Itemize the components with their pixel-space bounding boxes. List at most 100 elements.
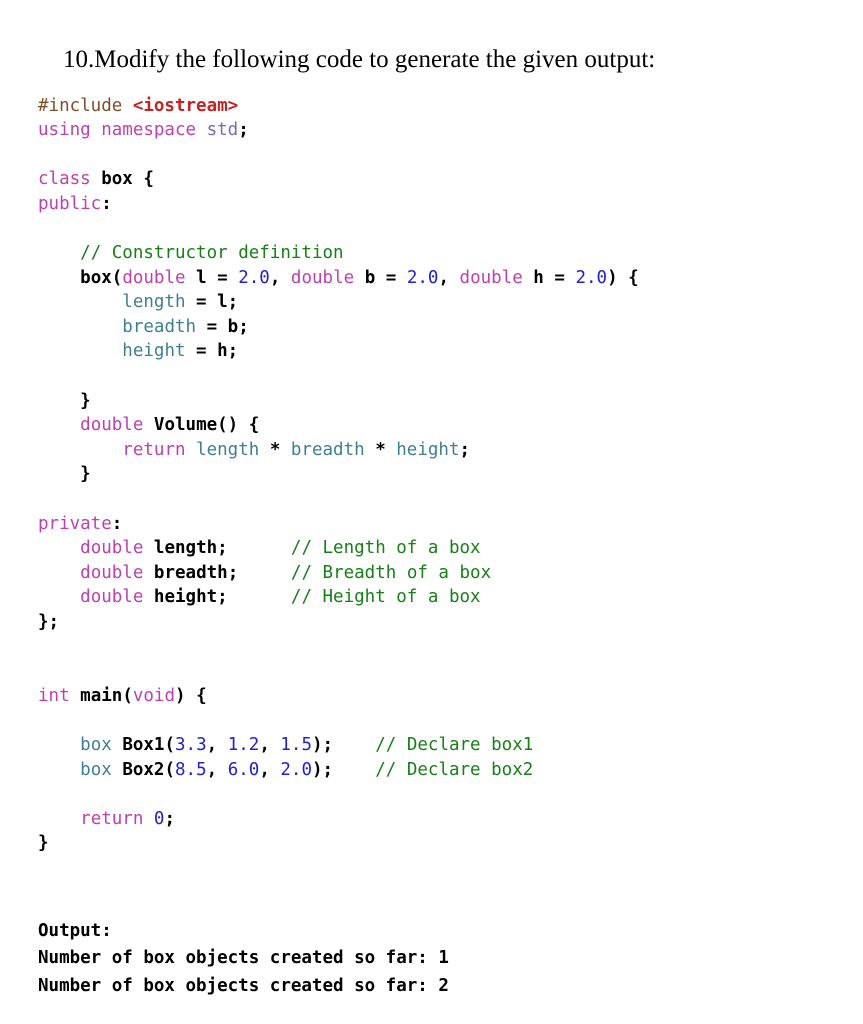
code-token-punc: (: [122, 685, 133, 706]
code-token-punc: );: [312, 734, 334, 755]
code-line: #include <iostream>: [38, 94, 639, 119]
code-token-punc: =: [196, 316, 228, 337]
code-listing: #include <iostream> using namespace std; …: [38, 94, 639, 856]
code-line: };: [38, 610, 639, 635]
code-line: private:: [38, 512, 639, 537]
code-token-ident: length: [122, 292, 186, 313]
code-token-name: main: [80, 685, 123, 706]
code-token-num: 8.5: [175, 759, 207, 780]
code-token-punc: ) {: [175, 685, 207, 706]
code-line: class box {: [38, 167, 639, 192]
code-token-name: l: [196, 267, 207, 288]
code-token-punc: ;: [238, 316, 249, 337]
code-token-name: h: [533, 267, 544, 288]
code-token-name: breadth: [153, 562, 228, 583]
code-token-comment: // Height of a box: [290, 587, 481, 608]
code-line: height = h;: [38, 339, 639, 364]
code-token-kw: class: [38, 169, 102, 190]
code-token-kw: int: [38, 685, 81, 706]
code-token-punc: ;: [227, 292, 239, 313]
code-token-punc: );: [312, 759, 334, 780]
code-line: }: [38, 389, 639, 414]
code-token-name: b: [227, 316, 239, 337]
code-line: breadth = b;: [38, 315, 639, 340]
code-token-punc: *: [364, 439, 397, 460]
code-token-punc: {: [132, 169, 154, 190]
code-token-name: Box1: [122, 734, 165, 755]
code-token-comment: // Length of a box: [290, 538, 481, 559]
question-text: Modify the following code to generate th…: [94, 46, 656, 73]
code-token-kw: using namespace: [38, 120, 207, 141]
code-token-kw: double: [459, 267, 534, 288]
code-token-punc: :: [101, 193, 112, 214]
code-line: double length; // Length of a box: [38, 536, 639, 561]
code-token-comment: // Declare box2: [375, 759, 534, 780]
code-token-punc: ,: [259, 759, 281, 780]
code-line: }: [38, 831, 639, 856]
code-token-name: Box2: [122, 759, 165, 780]
code-token-punc: ;: [217, 538, 228, 559]
code-token-num: 1.2: [227, 734, 260, 755]
code-token-punc: ;: [164, 808, 176, 829]
code-token-name: box: [80, 267, 112, 288]
code-line: box Box1(3.3, 1.2, 1.5); // Declare box1: [38, 733, 639, 758]
code-token-name: b: [364, 267, 376, 288]
code-token-kw: double: [80, 562, 154, 583]
code-token-ident: height: [122, 341, 186, 362]
code-line: return length * breadth * height;: [38, 438, 639, 463]
code-token-ident: box: [80, 734, 123, 755]
code-token-kw: double: [80, 538, 154, 559]
code-line: using namespace std;: [38, 118, 639, 143]
code-token-punc: =: [206, 267, 239, 288]
code-token-punc: () {: [217, 415, 260, 436]
code-token-punc: }: [38, 464, 91, 485]
code-token-ident: breadth: [290, 439, 365, 460]
code-token-kw: double: [80, 415, 154, 436]
code-token-ident: height: [396, 439, 460, 460]
code-token-kw: void: [132, 685, 176, 706]
code-token-num: 2.0: [406, 267, 439, 288]
code-token-punc: ,: [206, 734, 228, 755]
output-label: Output:: [38, 920, 112, 941]
code-token-str: <iostream>: [132, 95, 239, 116]
code-token-punc: ,: [269, 267, 291, 288]
code-line: // Constructor definition: [38, 241, 639, 266]
code-token-punc: ,: [438, 267, 460, 288]
code-token-punc: ,: [259, 734, 281, 755]
code-token-name: Volume: [153, 415, 218, 436]
code-token-kw: public: [38, 193, 102, 214]
code-token-kw: double: [80, 587, 154, 608]
worksheet-page: 10.Modify the following code to generate…: [0, 0, 863, 1024]
code-token-punc: =: [185, 292, 218, 313]
code-token-kw: return: [122, 439, 197, 460]
code-token-punc: };: [38, 611, 60, 632]
code-token-num: 3.3: [175, 734, 207, 755]
code-token-punc: (: [111, 267, 123, 288]
code-token-punc: ;: [459, 439, 471, 460]
code-line: return 0;: [38, 807, 639, 832]
code-token-punc: ;: [238, 120, 249, 141]
code-token-comment: // Constructor definition: [80, 243, 344, 264]
code-token-punc: :: [111, 513, 123, 534]
code-token-punc: ,: [206, 759, 228, 780]
code-token-punc: }: [38, 390, 91, 411]
code-token-kw: return: [80, 808, 154, 829]
code-token-ident: breadth: [122, 316, 197, 337]
code-token-num: 2.0: [238, 267, 270, 288]
